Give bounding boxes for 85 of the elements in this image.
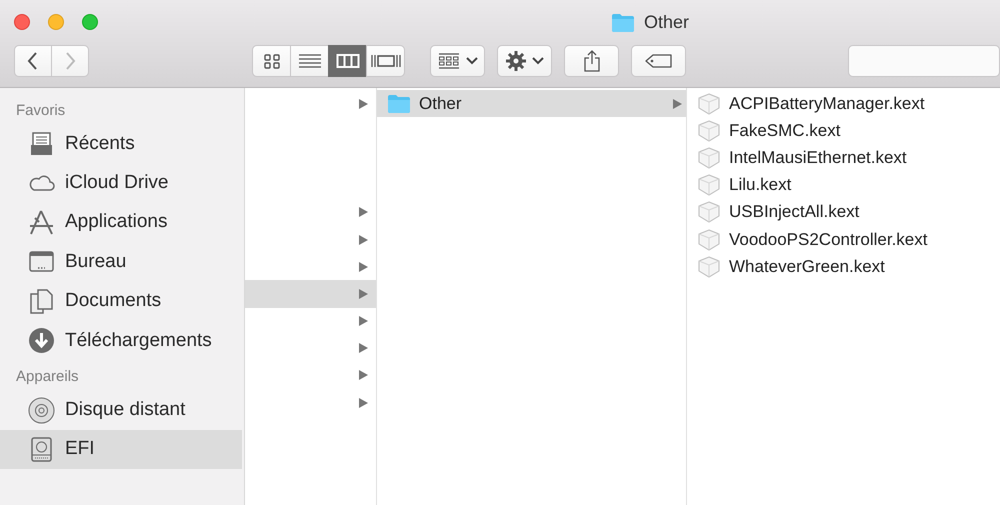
sidebar-item[interactable]: Documents: [0, 282, 244, 321]
disclosure-arrow-icon: [359, 262, 368, 272]
view-mode-tab[interactable]: [252, 45, 291, 77]
tags-button[interactable]: [631, 45, 686, 77]
documents-icon: [28, 288, 55, 315]
sidebar-label: Bureau: [65, 250, 126, 273]
file-row[interactable]: WhateverGreen.kext: [687, 253, 1000, 280]
chevron-right-icon: [64, 51, 76, 71]
back-button[interactable]: [14, 45, 52, 77]
disclosure-arrow-icon: [359, 98, 368, 109]
share-button[interactable]: [564, 45, 620, 77]
file-row[interactable]: FakeSMC.kext: [687, 117, 1000, 144]
list-icon: [298, 53, 322, 69]
section-heading: Favoris: [15, 101, 66, 121]
extension-icon: [697, 201, 721, 224]
file-name: ACPIBatteryManager.kext: [729, 94, 926, 114]
extension-icon: [697, 146, 721, 169]
file-name: USBInjectAll.kext: [729, 202, 860, 222]
extension-icon: [697, 256, 721, 278]
sidebar-label: Téléchargements: [65, 330, 212, 352]
sidebar-label: EFI: [65, 438, 95, 460]
sidebar-label: Applications: [65, 211, 168, 234]
file-name: Lilu.kext: [729, 175, 792, 196]
sidebar-item[interactable]: EFI: [0, 430, 242, 470]
disclosure-arrow-icon: [359, 234, 368, 245]
search-field[interactable]: [848, 45, 1000, 77]
disclosure-arrow-icon: [359, 343, 368, 354]
sidebar-item[interactable]: Bureau: [0, 242, 244, 282]
chevron-left-icon: [27, 51, 39, 71]
sidebar-label: Documents: [65, 290, 162, 312]
columns-icon: [336, 53, 360, 69]
disclosure-arrow-icon: [359, 288, 368, 299]
disclosure-arrow-icon: [673, 98, 682, 109]
disclosure-arrow-icon: [359, 370, 368, 380]
view-mode-tab[interactable]: [366, 45, 405, 77]
disclosure-arrow-icon: [359, 398, 368, 408]
disclosure-arrow-icon: [359, 207, 368, 218]
window-title: Other: [644, 12, 690, 33]
file-name: WhateverGreen.kext: [729, 256, 886, 277]
disclosure-arrow-icon: [359, 316, 368, 326]
grid-icon: [438, 53, 460, 69]
file-name: IntelMausiEthernet.kext: [729, 148, 908, 168]
file-row[interactable]: VoodooPS2Controller.kext: [687, 226, 1000, 254]
sidebar-label: Récents: [65, 132, 135, 155]
close-button[interactable]: [14, 14, 30, 30]
sidebar-item[interactable]: Applications: [0, 202, 244, 242]
sidebar-label: iCloud Drive: [65, 172, 168, 194]
sidebar-item[interactable]: Récents: [0, 124, 244, 164]
extension-icon: [697, 92, 721, 115]
action-button[interactable]: [497, 45, 552, 77]
extension-icon: [697, 174, 721, 196]
sidebar-item[interactable]: Téléchargements: [0, 320, 244, 360]
tray-icon: [28, 130, 55, 158]
icon-grid-icon: [262, 53, 280, 69]
file-row[interactable]: IntelMausiEthernet.kext: [687, 144, 1000, 172]
disc-icon: [28, 396, 55, 424]
file-row[interactable]: ACPIBatteryManager.kext: [687, 90, 1000, 118]
extension-icon: [697, 228, 721, 251]
view-mode-tab[interactable]: [328, 45, 367, 77]
gallery-icon: [370, 53, 400, 69]
download-icon: [28, 327, 55, 354]
view-mode-tab[interactable]: [290, 45, 329, 77]
sidebar-item[interactable]: iCloud Drive: [0, 163, 244, 203]
folder-icon: [611, 12, 635, 32]
file-name: FakeSMC.kext: [729, 120, 842, 141]
folder-icon: [387, 92, 411, 115]
gear-icon: [506, 51, 526, 71]
arrange-button[interactable]: [430, 45, 486, 77]
tag-icon: [644, 54, 673, 68]
file-name: Other: [419, 94, 463, 114]
zoom-button[interactable]: [82, 14, 98, 30]
sidebar-label: Disque distant: [65, 399, 186, 422]
sidebar-item[interactable]: Disque distant: [0, 390, 244, 430]
chevron-down-icon: [532, 57, 544, 65]
share-icon: [582, 49, 601, 73]
minimize-button[interactable]: [48, 14, 64, 30]
file-row[interactable]: Lilu.kext: [687, 172, 1000, 199]
app-store-icon: [28, 208, 55, 236]
file-row[interactable]: USBInjectAll.kext: [687, 198, 1000, 226]
section-heading: Appareils: [15, 367, 80, 388]
extension-icon: [697, 120, 721, 142]
file-row[interactable]: Other: [377, 90, 686, 118]
chevron-down-icon: [466, 57, 478, 65]
column-row[interactable]: [245, 280, 376, 308]
file-name: VoodooPS2Controller.kext: [729, 230, 928, 250]
